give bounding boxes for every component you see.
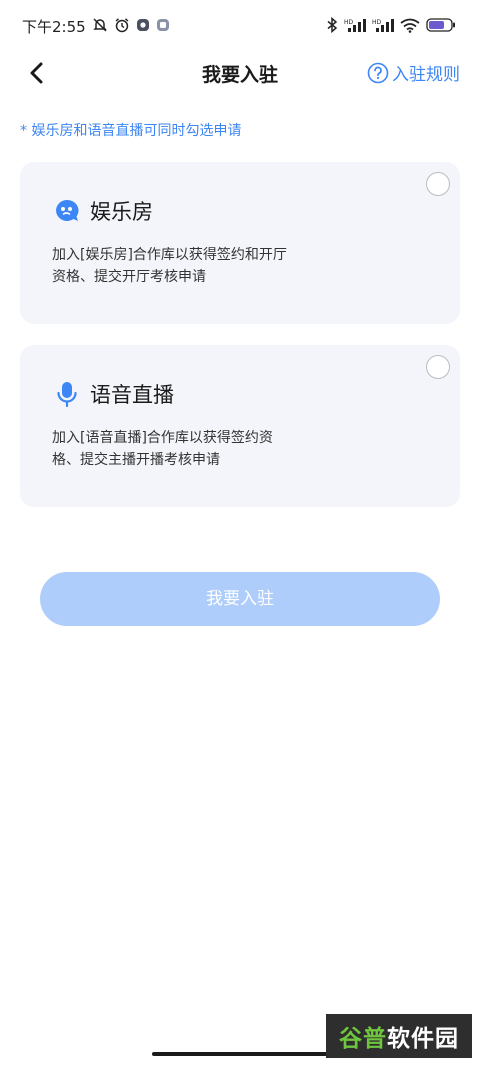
bell-off-icon xyxy=(93,18,107,32)
status-right-icons: HD HD xyxy=(326,17,456,33)
app-icon-2 xyxy=(157,19,169,31)
watermark-part2: 软件园 xyxy=(387,1026,459,1052)
status-bar: 下午2:55 HD HD xyxy=(0,0,480,50)
card-description: 加入[语音直播]合作库以获得签约资格、提交主播开播考核申请 xyxy=(52,430,273,468)
option-card-voice-live[interactable]: 语音直播 加入[语音直播]合作库以获得签约资格、提交主播开播考核申请 xyxy=(20,345,460,507)
hint-text: * 娱乐房和语音直播可同时勾选申请 xyxy=(20,123,242,139)
bluetooth-icon xyxy=(327,17,338,33)
watermark-part1: 谷普 xyxy=(339,1026,387,1052)
card-title: 娱乐房 xyxy=(90,200,153,224)
card-header: 语音直播 xyxy=(54,379,174,409)
svg-text:HD: HD xyxy=(372,19,382,26)
card-description: 加入[娱乐房]合作库以获得签约和开厅资格、提交开厅考核申请 xyxy=(52,247,287,285)
signal-icon: HD xyxy=(344,19,366,32)
card-header: 娱乐房 xyxy=(54,196,153,226)
submit-button[interactable]: 我要入驻 xyxy=(40,572,440,626)
wifi-icon xyxy=(400,18,420,33)
watermark-logo: 谷普 软件园 xyxy=(326,1014,472,1058)
chat-bubble-icon xyxy=(56,199,79,221)
question-circle-icon xyxy=(367,62,389,83)
home-indicator[interactable] xyxy=(152,1052,328,1056)
rules-label: 入驻规则 xyxy=(392,65,460,85)
signal-icon-2: HD xyxy=(372,19,394,32)
rules-link[interactable]: 入驻规则 xyxy=(367,60,460,85)
nav-bar: 我要入驻 入驻规则 xyxy=(0,50,480,98)
microphone-icon xyxy=(57,382,77,407)
battery-icon xyxy=(426,18,455,32)
radio-button[interactable] xyxy=(426,172,450,196)
status-left-icons xyxy=(92,17,170,33)
radio-button[interactable] xyxy=(426,355,450,379)
option-card-entertainment-room[interactable]: 娱乐房 加入[娱乐房]合作库以获得签约和开厅资格、提交开厅考核申请 xyxy=(20,162,460,324)
card-title: 语音直播 xyxy=(90,383,174,407)
alarm-icon xyxy=(115,18,129,33)
svg-text:HD: HD xyxy=(344,19,354,26)
status-time: 下午2:55 xyxy=(22,18,86,36)
app-icon xyxy=(137,19,149,31)
